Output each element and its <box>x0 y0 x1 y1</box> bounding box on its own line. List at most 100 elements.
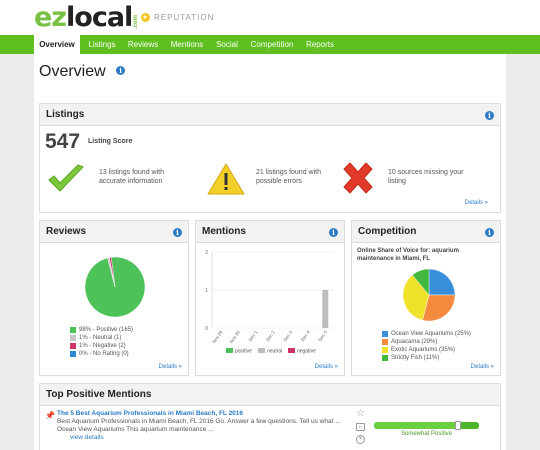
legend-label: 1% - Neutral (1) <box>79 335 122 341</box>
logo-com-text: .com <box>133 14 140 29</box>
listings-details-link[interactable]: Details » <box>465 200 488 206</box>
legend-swatch <box>226 348 233 353</box>
x-tick-label: Dec 1 <box>248 329 259 342</box>
top-header: ez local .com ★ REPUTATION <box>0 0 540 35</box>
top-mentions-panel: Top Positive Mentions 📌 The 5 Best Aquar… <box>39 383 501 450</box>
x-icon <box>343 162 373 194</box>
tab-overview[interactable]: Overview <box>34 35 80 54</box>
competition-pie-chart <box>402 268 456 322</box>
reviews-header: Reviews i <box>40 221 188 243</box>
tab-mentions[interactable]: Mentions <box>166 35 208 54</box>
sentiment-slider[interactable] <box>374 421 479 430</box>
product-name: REPUTATION <box>154 13 215 22</box>
info-icon[interactable]: i <box>116 66 126 75</box>
competition-subtitle: Online Share of Voice for: aquarium main… <box>357 248 459 262</box>
legend-label: Strictly Fish (11%) <box>391 355 440 361</box>
reviews-legend: 98% - Positive (165) 1% - Neutral (1) 1%… <box>70 326 133 358</box>
competition-legend: Ocean View Aquariums (25%) Aquacama (29%… <box>382 330 471 362</box>
y-tick-label: 0 <box>205 326 208 332</box>
listing-score-label: Listing Score <box>88 138 133 145</box>
listings-header: Listings i <box>40 104 500 126</box>
pin-icon: 📌 <box>45 411 55 420</box>
missing-sources-text: 10 sources missing your listing <box>388 169 464 185</box>
ezlocal-logo[interactable]: ez local .com <box>34 4 139 32</box>
possible-errors-text: 21 listings found with possible errors <box>256 169 321 185</box>
bar-neutral <box>322 290 329 328</box>
logo-ez-text: ez <box>34 2 67 33</box>
sentiment-slider-fill <box>374 422 458 429</box>
legend-label: 1% - Negative (2) <box>79 343 126 349</box>
sentiment-slider-handle[interactable] <box>455 421 461 430</box>
legend-label: Aquacama (29%) <box>391 339 438 345</box>
legend-swatch <box>70 335 76 341</box>
main-nav: Overview Listings Reviews Mentions Socia… <box>0 35 540 54</box>
legend-swatch <box>258 348 265 353</box>
x-tick-label: Nov 29 <box>211 329 224 344</box>
mentions-details-link[interactable]: Details » <box>315 364 338 370</box>
legend-label: neutral <box>267 349 282 355</box>
tab-reports[interactable]: Reports <box>302 35 338 54</box>
legend-swatch <box>288 348 295 353</box>
listing-score-value: 547 <box>45 130 81 153</box>
star-outline-icon[interactable]: ☆ <box>356 409 365 419</box>
competition-details-link[interactable]: Details » <box>471 364 494 370</box>
view-details-link[interactable]: view details <box>70 434 104 441</box>
reply-icon[interactable]: ↩ <box>356 423 365 431</box>
mention-title-link[interactable]: The 5 Best Aquarium Professionals in Mia… <box>57 410 243 417</box>
competition-slice-ocean-view-aquariums <box>428 268 456 296</box>
info-icon[interactable]: i <box>173 228 182 237</box>
dismiss-icon[interactable]: × <box>356 435 365 444</box>
competition-header: Competition i <box>352 221 500 243</box>
mentions-header: Mentions i <box>196 221 344 243</box>
legend-swatch <box>382 347 388 353</box>
info-icon[interactable]: i <box>329 228 338 237</box>
legend-swatch <box>70 351 76 357</box>
listings-title: Listings <box>46 109 85 120</box>
reviews-panel: Reviews i 98% - Positive (165) 1% - Neut… <box>39 220 189 376</box>
competition-title: Competition <box>358 226 417 237</box>
top-mentions-title: Top Positive Mentions <box>46 389 152 400</box>
legend-item: 98% - Positive (165) <box>70 326 133 334</box>
tab-reviews[interactable]: Reviews <box>124 35 162 54</box>
info-icon[interactable]: i <box>485 228 494 237</box>
mentions-title: Mentions <box>202 226 246 237</box>
tab-listings[interactable]: Listings <box>84 35 120 54</box>
page-title-text: Overview <box>39 63 106 80</box>
warning-icon <box>207 163 245 195</box>
legend-item: 1% - Negative (2) <box>70 342 133 350</box>
reviews-details-link[interactable]: Details » <box>159 364 182 370</box>
page-title: Overview i <box>39 63 126 81</box>
legend-item: Ocean View Aquariums (25%) <box>382 330 471 338</box>
mentions-bar-chart: 0 1 2 Nov 29 Nov 30 Dec 1 Dec 2 Dec 3 Dec 4 Dec 5… <box>205 250 334 355</box>
legend-label: Ocean View Aquariums (25%) <box>391 331 471 337</box>
x-tick-label: Dec 5 <box>317 329 328 342</box>
sentiment-label: Somewhat Positive <box>400 431 453 437</box>
legend-swatch <box>70 327 76 333</box>
legend-item: Exotic Aquariums (35%) <box>382 346 471 354</box>
logo-local-text: local <box>66 2 133 33</box>
x-tick-label: Dec 2 <box>265 329 276 342</box>
legend-item: 1% - Neutral (1) <box>70 334 133 342</box>
x-tick-label: Dec 4 <box>300 329 311 342</box>
legend-label: negative <box>297 349 316 355</box>
y-tick-label: 1 <box>205 288 208 294</box>
listings-panel: Listings i 547 Listing Score 13 listings… <box>39 103 501 213</box>
legend-label: 0% - No Rating (0) <box>79 351 129 357</box>
legend-swatch <box>70 343 76 349</box>
legend-swatch <box>382 331 388 337</box>
reviews-pie-chart <box>84 256 146 318</box>
x-tick-label: Nov 30 <box>229 329 242 344</box>
legend-swatch <box>382 355 388 361</box>
legend-swatch <box>382 339 388 345</box>
check-icon <box>48 164 84 192</box>
tab-competition[interactable]: Competition <box>248 35 296 54</box>
legend-label: Exotic Aquariums (35%) <box>391 347 456 353</box>
accurate-listings-text: 13 listings found with accurate informat… <box>99 169 164 185</box>
info-icon[interactable]: i <box>485 111 494 120</box>
legend-item: Aquacama (29%) <box>382 338 471 346</box>
legend-item: 0% - No Rating (0) <box>70 350 133 358</box>
product-label: ★ REPUTATION <box>141 13 214 22</box>
legend-label: positive <box>235 349 252 355</box>
top-mentions-header: Top Positive Mentions <box>40 384 500 406</box>
tab-social[interactable]: Social <box>212 35 242 54</box>
